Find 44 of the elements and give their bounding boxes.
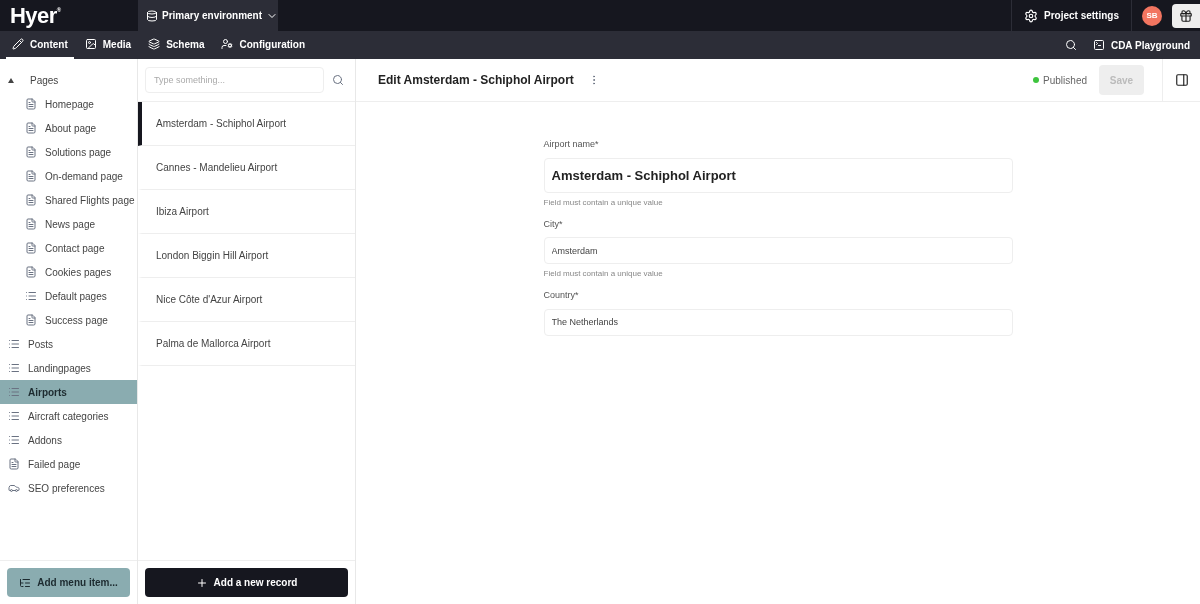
sidebar-item[interactable]: Homepage (0, 92, 137, 116)
sidebar-item[interactable]: Pages (0, 68, 137, 92)
text-field[interactable]: Amsterdam - Schiphol Airport (543, 157, 1013, 193)
editor-title: Edit Amsterdam - Schiphol Airport (377, 72, 574, 89)
text-field[interactable]: Amsterdam (543, 237, 1013, 264)
add-menu-item-button[interactable]: Add menu item... (7, 568, 130, 597)
status-label: Published (1043, 73, 1087, 88)
sidebar-item[interactable]: News page (0, 212, 137, 236)
sidebar-item[interactable]: Landingpages (0, 356, 137, 380)
sidebar-item[interactable]: SEO preferences (0, 476, 137, 500)
logo: Hyer$^{®}$ (10, 2, 61, 30)
field-label: Airport name* (543, 138, 600, 151)
record-item[interactable]: Cannes - Mandelieu Airport (138, 146, 355, 190)
record-item[interactable]: Nice Côte d'Azur Airport (138, 278, 355, 322)
nav-tab[interactable]: Schema (142, 31, 211, 59)
sidebar-item[interactable]: Addons (0, 428, 137, 452)
add-record-button[interactable]: Add a new record (145, 568, 348, 597)
sidebar-item[interactable]: Failed page (0, 452, 137, 476)
sidebar-item[interactable]: Shared Flights page (0, 188, 137, 212)
record-item[interactable]: Ibiza Airport (138, 190, 355, 234)
sidebar-item[interactable]: Posts (0, 332, 137, 356)
playground-button[interactable]: CDA Playground (1088, 31, 1194, 59)
sidebar-item[interactable]: Airports (0, 380, 137, 404)
record-item[interactable]: Palma de Mallorca Airport (138, 322, 355, 366)
sidebar-item[interactable]: Contact page (0, 236, 137, 260)
sidebar-item[interactable]: Solutions page (0, 140, 137, 164)
nav-tab[interactable]: Media (78, 31, 138, 59)
field-hint: Field must contain a unique value (543, 268, 664, 280)
record-item[interactable]: Amsterdam - Schiphol Airport (138, 102, 355, 146)
sidebar-item[interactable]: About page (0, 116, 137, 140)
nav-tab[interactable]: Content (6, 31, 74, 59)
record-item[interactable]: London Biggin Hill Airport (138, 234, 355, 278)
sidebar-item[interactable]: Success page (0, 308, 137, 332)
sidebar-item[interactable]: Aircraft categories (0, 404, 137, 428)
text-field[interactable]: The Netherlands (543, 308, 1013, 336)
field-label: City* (543, 217, 564, 231)
field-label: Country* (543, 289, 580, 302)
search-field[interactable]: Type something... (145, 67, 324, 93)
sidebar-item[interactable]: Default pages (0, 284, 137, 308)
field-hint: Field must contain a unique value (543, 196, 664, 209)
sidebar-item[interactable]: Cookies pages (0, 260, 137, 284)
sidebar-item[interactable]: On-demand page (0, 164, 137, 188)
environment-selector[interactable]: Primary environment (138, 0, 278, 31)
nav-tab[interactable]: Configuration (215, 31, 312, 59)
